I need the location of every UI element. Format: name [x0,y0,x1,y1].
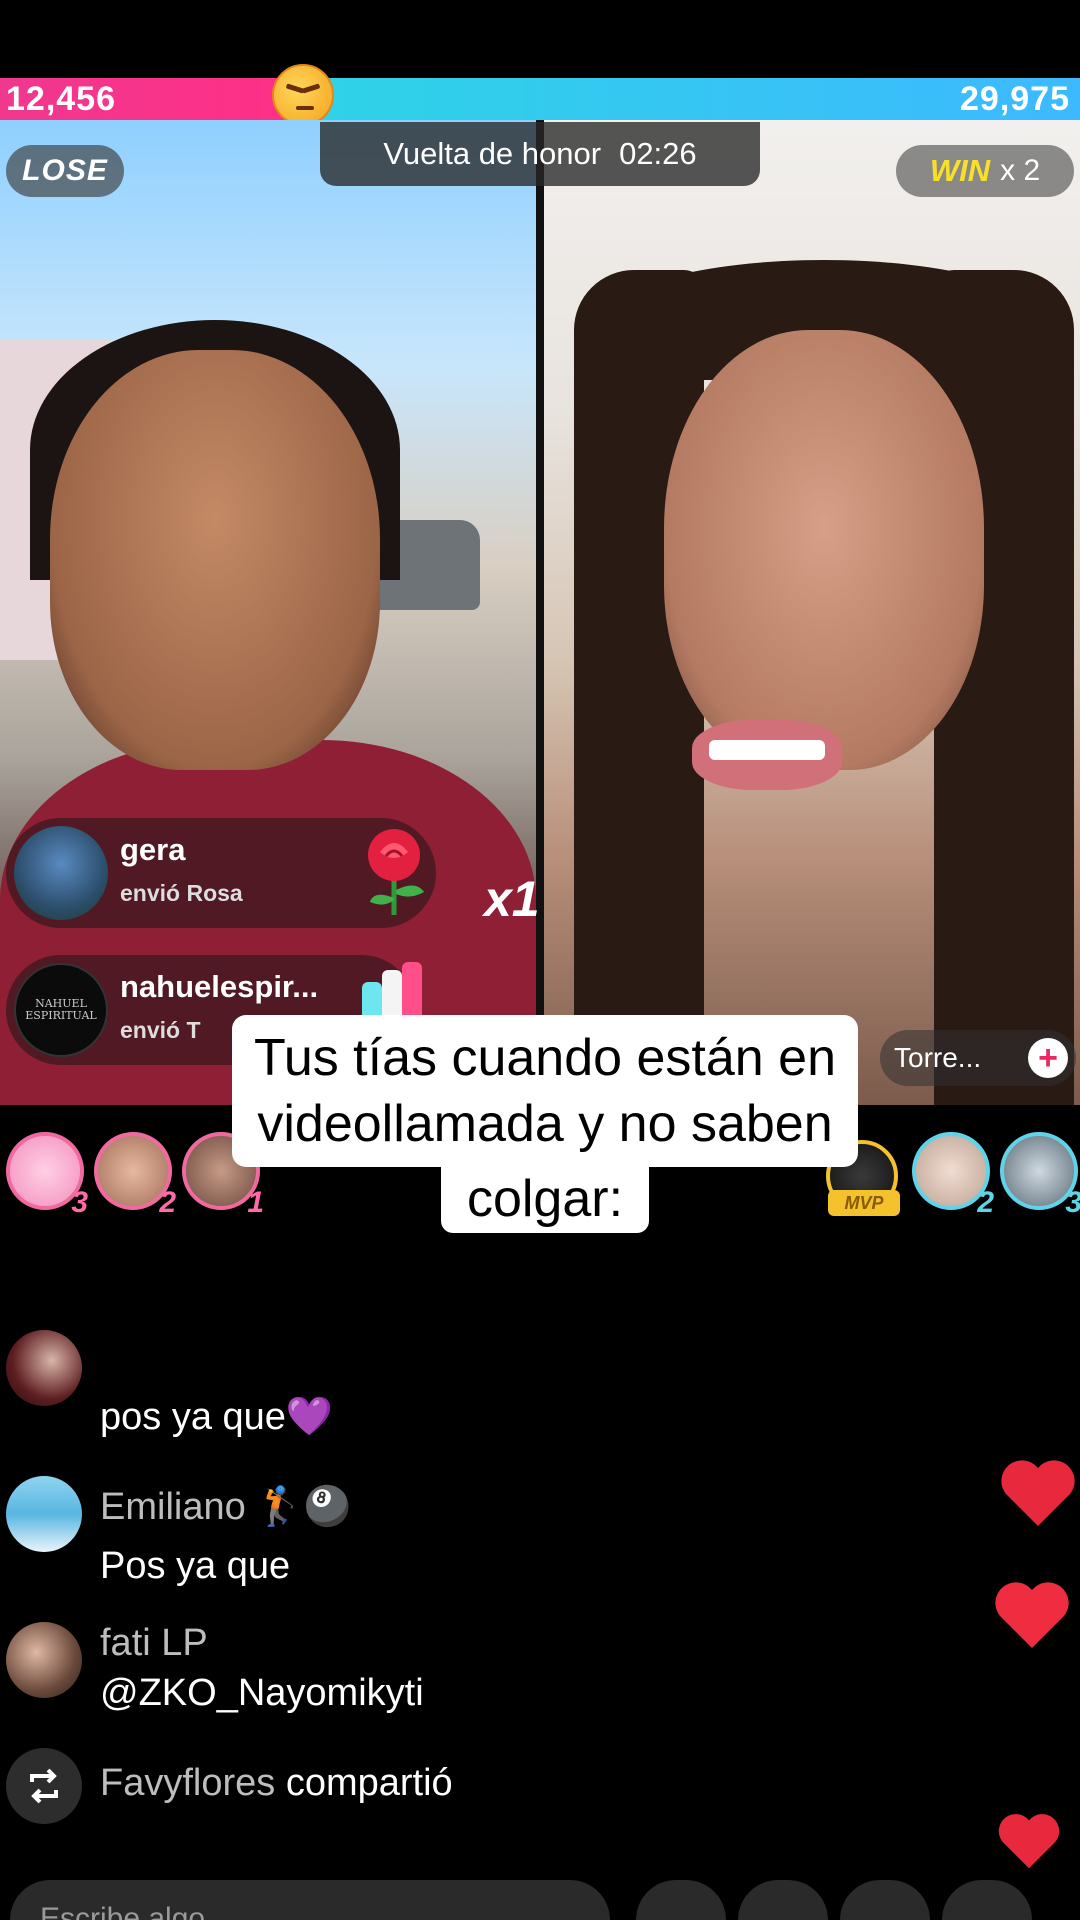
video-divider [536,120,544,1105]
top-gifter-avatar[interactable]: 3 [6,1132,88,1219]
comment-username[interactable]: Emiliano 🏌️🎱 [100,1485,351,1529]
avatar[interactable] [6,1330,82,1406]
avatar[interactable]: NAHUEL ESPIRITUAL [14,963,108,1057]
share-button[interactable] [942,1880,1032,1920]
right-score: 29,975 [960,80,1070,118]
top-gifter-avatar[interactable]: 3 [1000,1132,1080,1219]
angry-emoji-icon [272,64,334,126]
video-caption: Tus tías cuando están en videollamada y … [200,1015,890,1233]
win-label: WIN [929,153,991,188]
comment-input-placeholder: Escribe algo... [40,1902,231,1920]
comment-input[interactable]: Escribe algo... [10,1880,610,1920]
battle-timer: Vuelta de honor 02:26 [320,122,760,186]
emoji-button[interactable] [636,1880,726,1920]
comment-text: @ZKO_Nayomikyti [100,1672,424,1714]
heart-icon [1001,1460,1075,1526]
right-host-video[interactable] [544,120,1080,1105]
right-host-pill[interactable]: Torre... + [880,1030,1076,1086]
gifter-rank: 3 [71,1186,88,1219]
gifter-rank: 2 [977,1186,994,1219]
comment-username[interactable]: Favyflores compartió [100,1762,453,1805]
win-multiplier: x 2 [1000,154,1041,187]
gift-sender-name: nahuelespir... [120,969,319,1004]
gifter-rank: 3 [1065,1186,1080,1220]
gift-action: envió T [120,1017,201,1043]
heart-icon [998,1814,1060,1869]
avatar[interactable] [14,826,108,920]
win-badge: WIN x 2 [896,145,1074,197]
battle-score-bar [0,78,1080,120]
caption-line: Tus tías cuando están en [253,1029,836,1087]
avatar[interactable] [6,1476,82,1552]
timer-label: Vuelta de honor [383,136,602,171]
share-icon [6,1748,82,1824]
gift-button[interactable] [840,1880,930,1920]
comment-username[interactable]: fati LP [100,1622,208,1665]
follow-button[interactable]: + [1028,1038,1068,1078]
top-gifter-avatar[interactable]: 2 [912,1132,994,1219]
left-score: 12,456 [6,80,116,118]
comment-text: pos ya que💜 [100,1396,334,1438]
caption-line: colgar: [440,1165,650,1233]
top-gifter-avatar[interactable]: 2 [94,1132,176,1219]
rose-icon [368,829,424,915]
gift-sender-name: gera [120,832,186,867]
share-action: compartió [285,1762,453,1804]
gifter-rank: 2 [159,1186,176,1219]
caption-line: videollamada y no saben [257,1095,833,1153]
gift-action: envió Rosa [120,880,243,906]
timer-value: 02:26 [619,136,697,171]
avatar[interactable] [6,1622,82,1698]
heart-icon [995,1582,1069,1648]
comment-text: Pos ya que [100,1545,291,1587]
tiktok-gift-button[interactable] [738,1880,828,1920]
lose-badge: LOSE [6,145,124,197]
right-host-name: Torre... [894,1042,982,1073]
tiktok-gift-icon [362,962,422,1022]
gift-count: x1 [484,871,540,927]
